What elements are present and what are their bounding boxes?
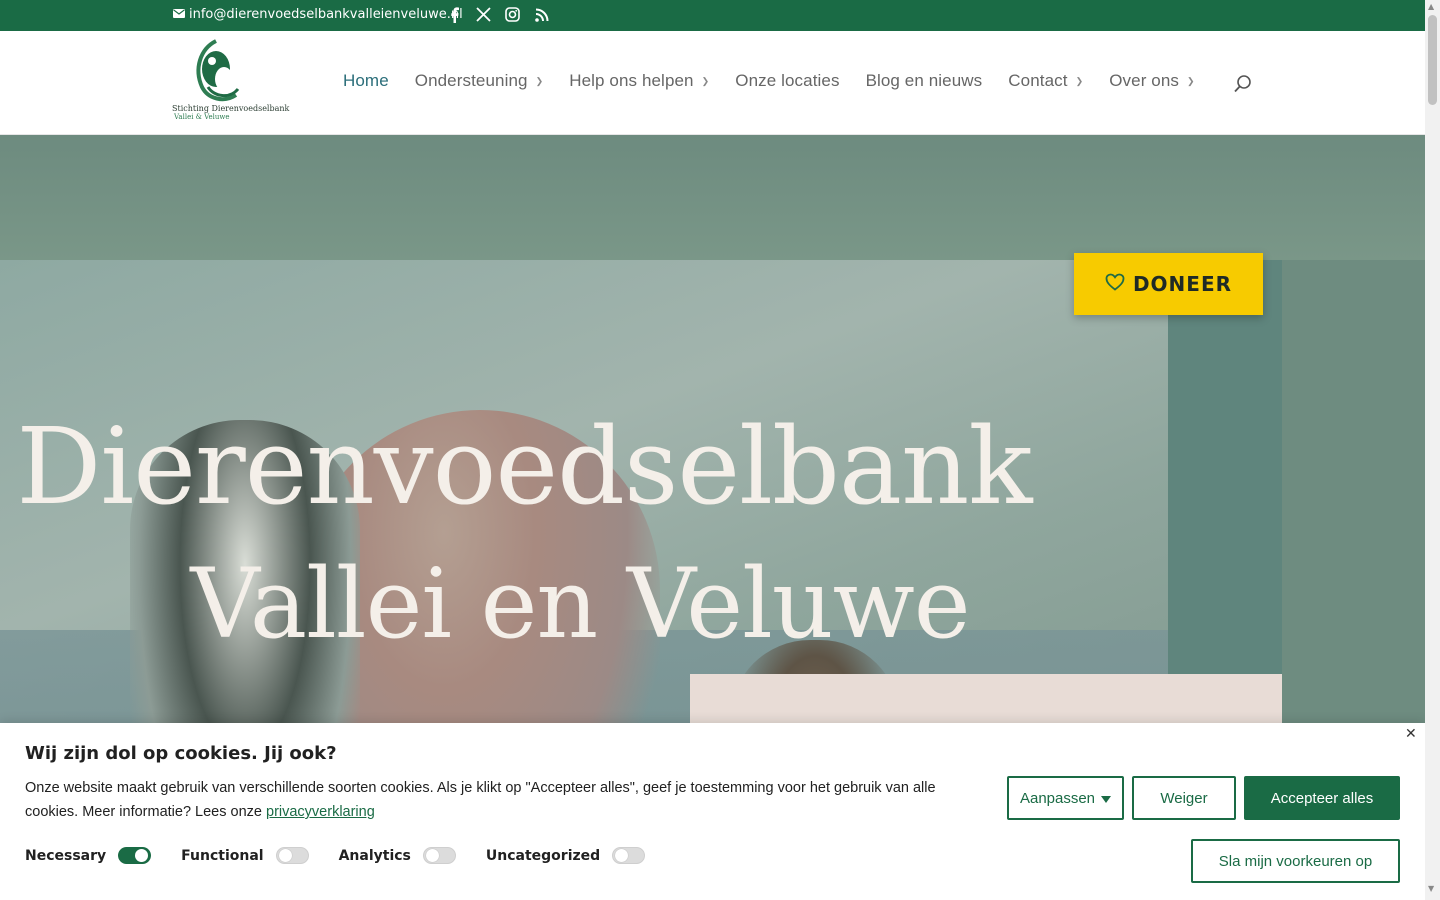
nav-label: Blog en nieuws (865, 71, 983, 90)
toggle-knob (425, 849, 439, 862)
facebook-icon[interactable] (446, 5, 463, 24)
instagram-icon[interactable] (504, 5, 521, 24)
cookie-banner: ✕ Wij zijn dol op cookies. Jij ook? Onze… (0, 723, 1425, 900)
privacy-link[interactable]: privacyverklaring (266, 804, 375, 820)
email-link[interactable]: info@dierenvoedselbankvalleienveluwe.nl (173, 7, 463, 22)
logo-line2: Vallei & Veluwe (174, 113, 230, 121)
nav-label: Help ons helpen (569, 71, 694, 90)
cookie-text: Onze website maakt gebruik van verschill… (25, 776, 985, 824)
email-text: info@dierenvoedselbankvalleienveluwe.nl (189, 7, 463, 22)
toggle-switch[interactable] (118, 847, 152, 864)
toggle-knob (135, 849, 149, 862)
toggle-label: Necessary (25, 847, 107, 864)
nav-label: Home (343, 71, 389, 90)
cookie-description: Onze website maakt gebruik van verschill… (25, 780, 936, 820)
reject-button[interactable]: Weiger (1132, 776, 1236, 820)
toggle-label: Analytics (338, 847, 411, 864)
toggle-uncategorized: Uncategorized (485, 847, 646, 864)
hero-title-line1: Dierenvoedselbank (16, 405, 1032, 528)
nav-item-blog-en-nieuws[interactable]: Blog en nieuws (866, 71, 983, 91)
customize-button[interactable]: Aanpassen (1007, 776, 1124, 820)
social-links (446, 5, 550, 24)
toggle-switch[interactable] (422, 847, 456, 864)
customize-label: Aanpassen (1019, 789, 1096, 807)
nav-label: Ondersteuning (414, 71, 528, 90)
toggle-switch[interactable] (612, 847, 646, 864)
nav-item-home[interactable]: Home (343, 71, 389, 91)
nav-item-over-ons[interactable]: Over ons ❯ (1109, 71, 1194, 91)
caret-down-icon (1101, 790, 1112, 807)
site-header: Stichting Dierenvoedselbank Vallei & Vel… (0, 31, 1425, 135)
toggle-knob (278, 849, 292, 862)
logo-line1: Stichting Dierenvoedselbank (172, 104, 290, 113)
toggle-functional: Functional (181, 847, 309, 864)
envelope-icon (173, 7, 185, 22)
scroll-down-icon[interactable]: ▼ (1428, 884, 1434, 893)
x-icon[interactable] (475, 5, 492, 24)
chevron-down-icon: ❯ (1075, 75, 1084, 86)
toggle-knob (615, 849, 629, 862)
hero-title-line2: Vallei en Veluwe (190, 548, 970, 660)
toggle-label: Functional (181, 847, 264, 864)
rss-icon[interactable] (533, 5, 550, 24)
donate-label: DONEER (1132, 272, 1233, 296)
save-preferences-button[interactable]: Sla mijn voorkeuren op (1191, 839, 1400, 883)
chevron-down-icon: ❯ (535, 75, 544, 86)
main-nav: Home Ondersteuning ❯ Help ons helpen ❯ O… (343, 71, 1195, 91)
nav-item-help-ons-helpen[interactable]: Help ons helpen ❯ (569, 71, 709, 91)
toggle-switch[interactable] (275, 847, 309, 864)
nav-label: Onze locaties (735, 71, 840, 90)
scrollbar-thumb[interactable] (1428, 15, 1437, 105)
donate-button[interactable]: DONEER (1074, 253, 1263, 315)
toggle-label: Uncategorized (485, 847, 601, 864)
top-bar: info@dierenvoedselbankvalleienveluwe.nl (0, 0, 1425, 31)
logo-emblem-icon (196, 39, 240, 102)
chevron-down-icon: ❯ (1187, 75, 1195, 86)
nav-item-ondersteuning[interactable]: Ondersteuning ❯ (415, 71, 543, 91)
search-icon[interactable] (1233, 74, 1253, 94)
scrollbar[interactable]: ▲ ▼ (1425, 0, 1440, 900)
scroll-up-icon[interactable]: ▲ (1428, 2, 1434, 11)
toggle-analytics: Analytics (339, 847, 456, 864)
nav-label: Over ons (1109, 71, 1179, 90)
cookie-toggles: Necessary Functional Analytics Uncategor… (25, 847, 675, 864)
cookie-title: Wij zijn dol op cookies. Jij ook? (25, 743, 337, 764)
accept-all-button[interactable]: Accepteer alles (1244, 776, 1400, 820)
nav-item-contact[interactable]: Contact ❯ (1008, 71, 1083, 91)
chevron-down-icon: ❯ (701, 75, 710, 86)
nav-item-onze-locaties[interactable]: Onze locaties (735, 71, 839, 91)
heart-icon (1105, 273, 1125, 295)
close-icon[interactable]: ✕ (1405, 726, 1417, 742)
nav-label: Contact (1008, 71, 1068, 90)
site-logo[interactable]: Stichting Dierenvoedselbank Vallei & Vel… (172, 39, 289, 121)
hero-wall-background (0, 135, 1425, 260)
toggle-necessary: Necessary (25, 847, 152, 864)
